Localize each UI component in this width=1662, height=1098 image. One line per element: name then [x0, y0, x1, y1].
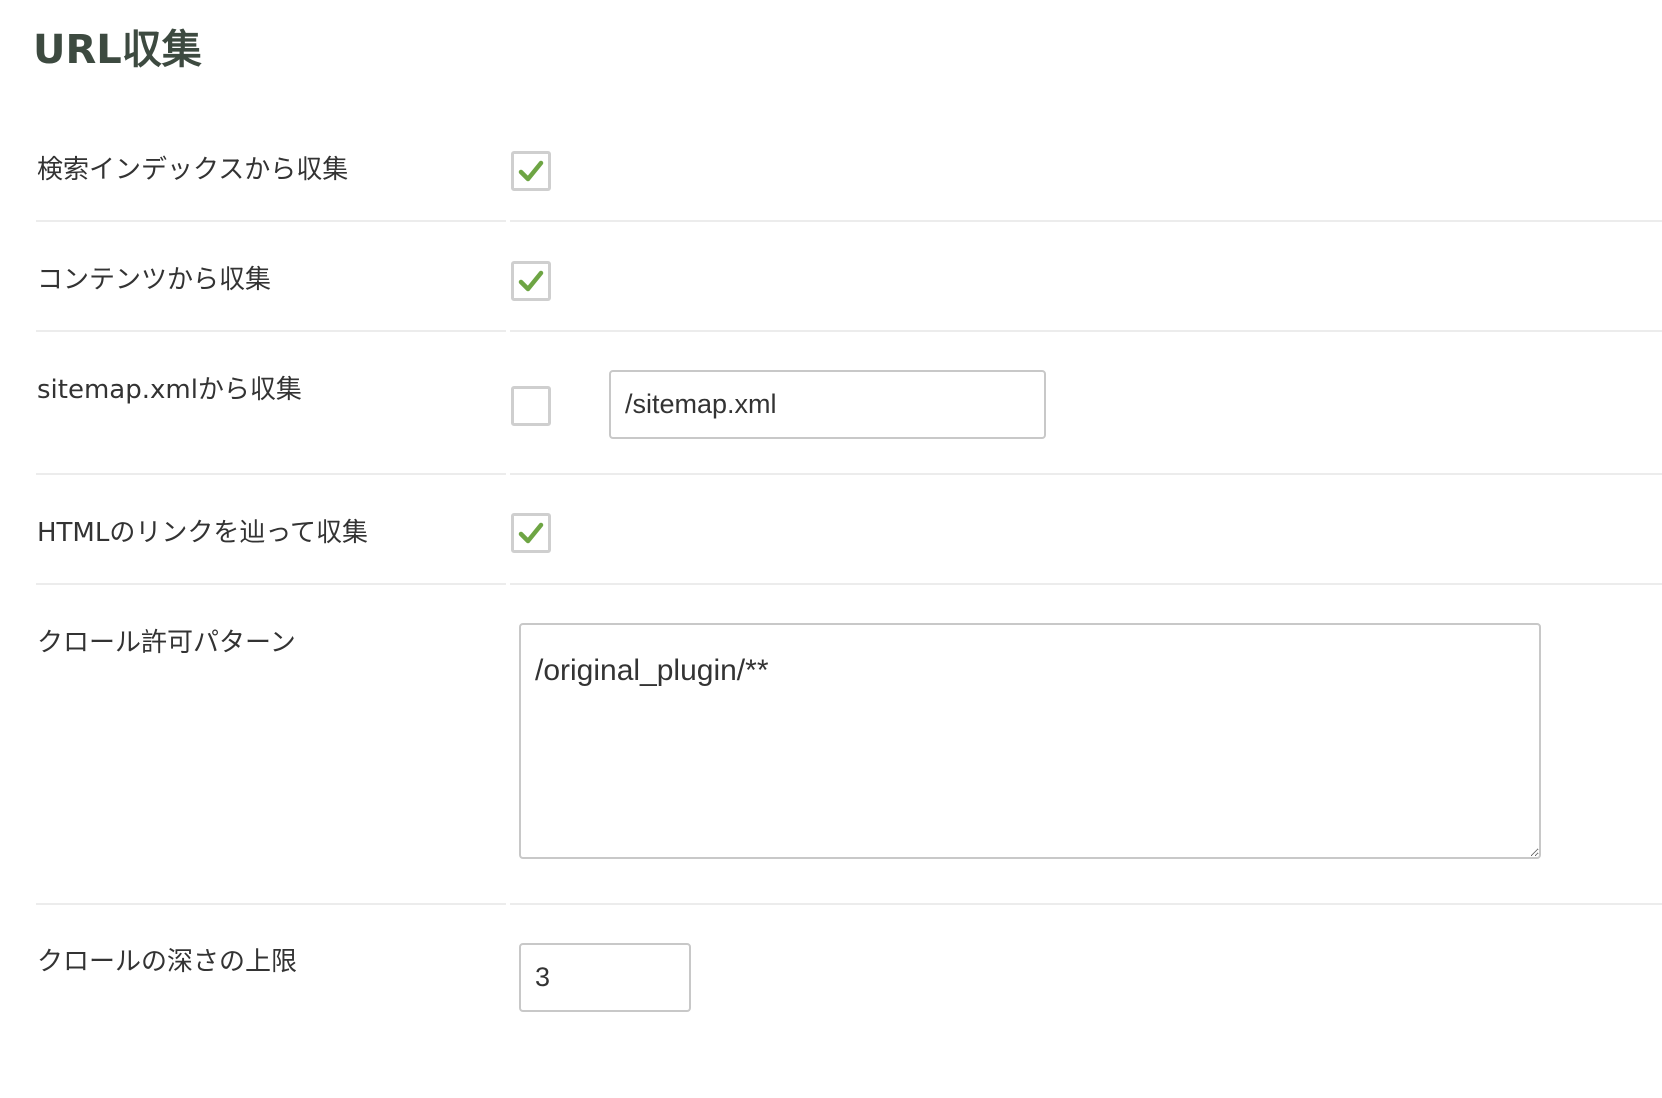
row-divider	[36, 583, 506, 585]
sitemap-path-input[interactable]	[609, 370, 1046, 439]
checkbox-contents[interactable]	[511, 261, 551, 301]
crawl-depth-input[interactable]	[519, 943, 691, 1012]
row-divider	[36, 903, 506, 905]
row-divider	[510, 220, 1662, 222]
checkbox-sitemap[interactable]	[511, 386, 551, 426]
row-divider	[510, 583, 1662, 585]
label-crawl-depth: クロールの深さの上限	[37, 947, 298, 977]
label-contents: コンテンツから収集	[37, 265, 272, 295]
row-divider	[510, 903, 1662, 905]
row-divider	[510, 330, 1662, 332]
page-title: URL収集	[33, 27, 202, 73]
checkbox-html-links[interactable]	[511, 513, 551, 553]
check-icon	[518, 522, 544, 544]
check-icon	[518, 160, 544, 182]
row-divider	[36, 330, 506, 332]
url-collection-settings: URL収集 検索インデックスから収集 コンテンツから収集 sitemap.xml…	[0, 0, 1662, 1098]
crawl-pattern-textarea[interactable]: /original_plugin/**	[519, 623, 1541, 859]
label-search-index: 検索インデックスから収集	[37, 155, 349, 185]
label-crawl-pattern: クロール許可パターン	[37, 628, 296, 658]
checkbox-search-index[interactable]	[511, 151, 551, 191]
row-divider	[36, 473, 506, 475]
row-divider	[36, 220, 506, 222]
label-html-links: HTMLのリンクを辿って収集	[37, 518, 369, 548]
label-sitemap: sitemap.xmlから収集	[37, 375, 302, 405]
row-divider	[510, 473, 1662, 475]
check-icon	[518, 270, 544, 292]
